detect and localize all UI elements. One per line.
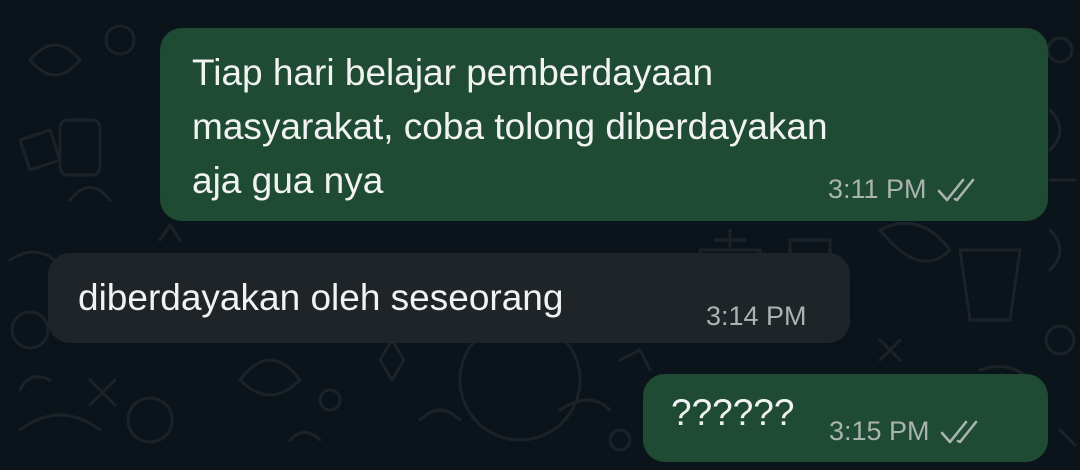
message-time: 3:14 PM [706,301,807,331]
double-check-icon [940,419,984,445]
message-meta: 3:11 PM [828,174,981,205]
message-text: ?????? [671,392,795,433]
message-bubble-incoming[interactable]: diberdayakan oleh seseorang 3:14 PM [48,253,850,343]
message-time: 3:11 PM [828,174,927,204]
message-text: Tiap hari belajar pemberdayaan masyaraka… [192,52,828,201]
message-time: 3:15 PM [829,416,930,446]
message-meta: 3:15 PM [829,416,984,447]
message-bubble-outgoing[interactable]: Tiap hari belajar pemberdayaan masyaraka… [160,28,1048,221]
message-meta: 3:14 PM [706,301,807,332]
message-bubble-outgoing[interactable]: ?????? 3:15 PM [643,374,1048,462]
message-text: diberdayakan oleh seseorang [78,277,564,318]
double-check-icon [937,177,981,203]
